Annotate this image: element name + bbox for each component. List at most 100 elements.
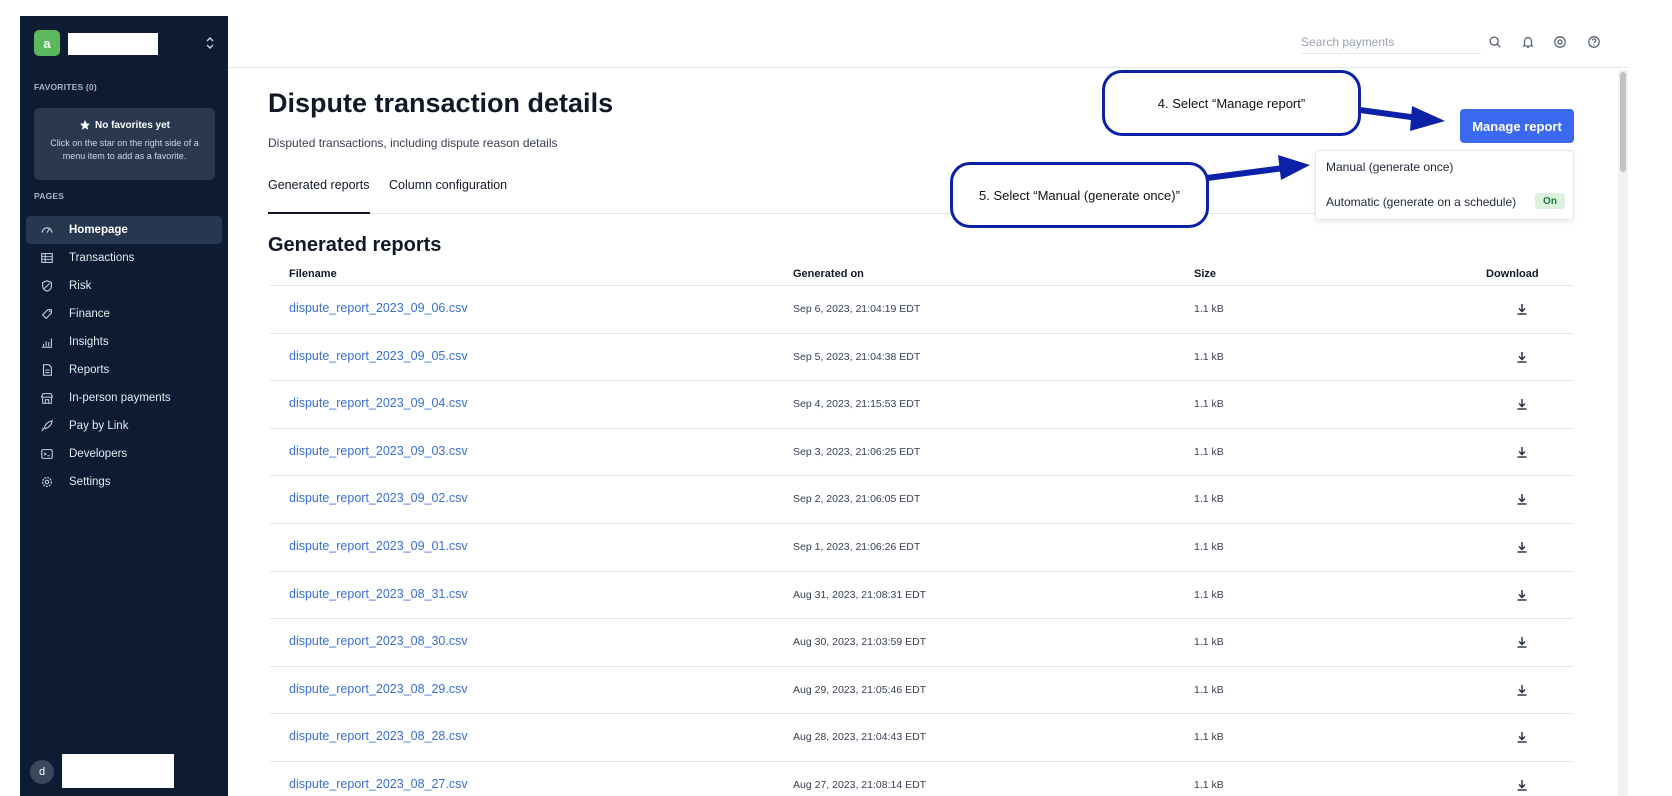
sidebar-item-label: Pay by Link [69,420,129,432]
sidebar: a FAVORITES (0) No favorites yet Click o… [20,16,228,796]
page-scrollbar[interactable] [1618,70,1628,796]
sidebar-item-label: Developers [69,448,128,460]
annotation-step-5: 5. Select “Manual (generate once)” [950,162,1209,228]
sidebar-item-in-person-payments[interactable]: In-person payments [26,384,222,412]
topbar [228,16,1628,68]
sidebar-item-label: Finance [69,308,110,320]
favorites-label: FAVORITES (0) [34,82,97,92]
search-input[interactable] [1301,30,1481,54]
file-size: 1.1 kB [1194,350,1224,363]
download-icon[interactable] [1515,492,1529,506]
file-size: 1.1 kB [1194,778,1224,791]
sidebar-item-label: Insights [69,336,109,348]
table-row: dispute_report_2023_08_29.csv Aug 29, 20… [270,667,1574,715]
sidebar-item-insights[interactable]: Insights [26,328,222,356]
tab-column-configuration[interactable]: Column configuration [389,178,507,214]
terminal-icon [41,449,53,459]
sidebar-item-settings[interactable]: Settings [26,468,222,496]
download-icon[interactable] [1515,350,1529,364]
header-filename: Filename [289,268,337,280]
sidebar-item-label: In-person payments [69,392,171,404]
sidebar-item-finance[interactable]: Finance [26,300,222,328]
status-badge: On [1535,193,1565,209]
sidebar-item-reports[interactable]: Reports [26,356,222,384]
header-download: Download [1486,268,1539,280]
user-name-redacted [62,754,174,788]
filename-link[interactable]: dispute_report_2023_09_06.csv [289,301,468,315]
download-icon[interactable] [1515,445,1529,459]
download-icon[interactable] [1515,635,1529,649]
tag-icon [41,309,52,320]
tab-generated-reports[interactable]: Generated reports [268,178,370,214]
rocket-icon [41,420,53,432]
table-row: dispute_report_2023_08_27.csv Aug 27, 20… [270,762,1574,796]
download-icon[interactable] [1515,302,1529,316]
table-row: dispute_report_2023_09_05.csv Sep 5, 202… [270,334,1574,382]
menu-item-automatic[interactable]: Automatic (generate on a schedule) [1326,195,1516,209]
filename-link[interactable]: dispute_report_2023_08_27.csv [289,777,468,791]
filename-link[interactable]: dispute_report_2023_09_03.csv [289,444,468,458]
sidebar-item-transactions[interactable]: Transactions [26,244,222,272]
sidebar-item-label: Risk [69,280,92,292]
no-favorites-desc: Click on the star on the right side of a… [50,138,199,161]
logo-icon: a [34,30,60,56]
filename-link[interactable]: dispute_report_2023_09_01.csv [289,539,468,553]
sidebar-item-homepage[interactable]: Homepage [26,216,222,244]
table-row: dispute_report_2023_08_31.csv Aug 31, 20… [270,572,1574,620]
table-row: dispute_report_2023_08_30.csv Aug 30, 20… [270,619,1574,667]
sidebar-item-pay-by-link[interactable]: Pay by Link [26,412,222,440]
generated-on: Sep 1, 2023, 21:06:26 EDT [793,540,921,553]
avatar: d [30,760,54,784]
sidebar-item-label: Transactions [69,252,135,264]
scrollbar-thumb[interactable] [1620,72,1626,172]
download-icon[interactable] [1515,730,1529,744]
generated-on: Sep 3, 2023, 21:06:25 EDT [793,445,921,458]
filename-link[interactable]: dispute_report_2023_09_04.csv [289,396,468,410]
table-row: dispute_report_2023_09_02.csv Sep 2, 202… [270,476,1574,524]
gauge-icon [41,227,53,233]
filename-link[interactable]: dispute_report_2023_09_02.csv [289,491,468,505]
file-size: 1.1 kB [1194,636,1224,649]
help-icon[interactable] [1587,35,1601,49]
download-icon[interactable] [1515,397,1529,411]
header-generated-on: Generated on [793,268,864,280]
page-title: Dispute transaction details [268,88,614,118]
filename-link[interactable]: dispute_report_2023_08_30.csv [289,634,468,648]
account-name-redacted [68,33,158,55]
manage-report-button[interactable]: Manage report [1460,109,1574,143]
download-icon[interactable] [1515,540,1529,554]
sidebar-item-label: Settings [69,476,111,488]
generated-on: Sep 5, 2023, 21:04:38 EDT [793,350,921,363]
bell-icon[interactable] [1521,35,1535,49]
reports-table: Filename Generated on Size Download disp… [270,262,1574,796]
header-size: Size [1194,268,1217,280]
sidebar-item-developers[interactable]: Developers [26,440,222,468]
filename-link[interactable]: dispute_report_2023_09_05.csv [289,349,468,363]
support-icon[interactable] [1553,35,1567,49]
account-switcher[interactable]: a [34,30,214,56]
download-icon[interactable] [1515,588,1529,602]
file-size: 1.1 kB [1194,588,1224,601]
search-icon[interactable] [1488,35,1502,49]
table-icon [41,253,53,263]
annotation-step-4: 4. Select “Manage report” [1102,70,1361,136]
no-favorites-title: No favorites yet [34,119,215,131]
section-title: Generated reports [268,234,442,256]
filename-link[interactable]: dispute_report_2023_08_31.csv [289,587,468,601]
filename-link[interactable]: dispute_report_2023_08_29.csv [289,682,468,696]
filename-link[interactable]: dispute_report_2023_08_28.csv [289,729,468,743]
sidebar-item-risk[interactable]: Risk [26,272,222,300]
download-icon[interactable] [1515,778,1529,792]
chevron-up-down-icon[interactable] [204,34,216,52]
no-favorites-title-text: No favorites yet [94,119,171,131]
download-icon[interactable] [1515,683,1529,697]
file-size: 1.1 kB [1194,493,1224,506]
store-icon [41,393,53,404]
manage-report-dropdown: Manual (generate once) Automatic (genera… [1315,150,1574,220]
menu-item-manual[interactable]: Manual (generate once) [1326,160,1453,174]
user-menu[interactable]: d [30,754,220,788]
bar-chart-icon [41,338,53,348]
pages-label: PAGES [34,191,65,201]
gear-icon [42,477,52,487]
table-row: dispute_report_2023_09_01.csv Sep 1, 202… [270,524,1574,572]
